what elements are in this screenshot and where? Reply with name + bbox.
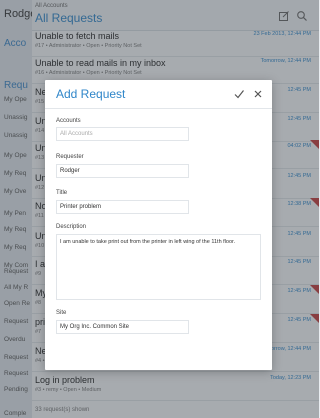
check-icon[interactable] (233, 88, 245, 100)
description-field[interactable]: I am unable to take print out from the p… (56, 234, 261, 300)
add-request-dialog: Add Request Accounts All Accounts Reques… (45, 80, 272, 370)
accounts-label: Accounts (56, 118, 81, 124)
title-label: Title (56, 190, 68, 196)
dialog-header: Add Request (45, 80, 272, 109)
description-label: Description (56, 224, 87, 230)
site-label: Site (56, 310, 67, 316)
site-field[interactable]: My Org Inc. Common Site (56, 320, 189, 334)
title-field[interactable]: Printer problem (56, 200, 189, 214)
close-icon[interactable] (252, 88, 264, 100)
requester-label: Requester (56, 154, 84, 160)
requester-field[interactable]: Rodger (56, 164, 189, 178)
dialog-title: Add Request (56, 87, 126, 101)
accounts-field[interactable]: All Accounts (56, 127, 189, 141)
